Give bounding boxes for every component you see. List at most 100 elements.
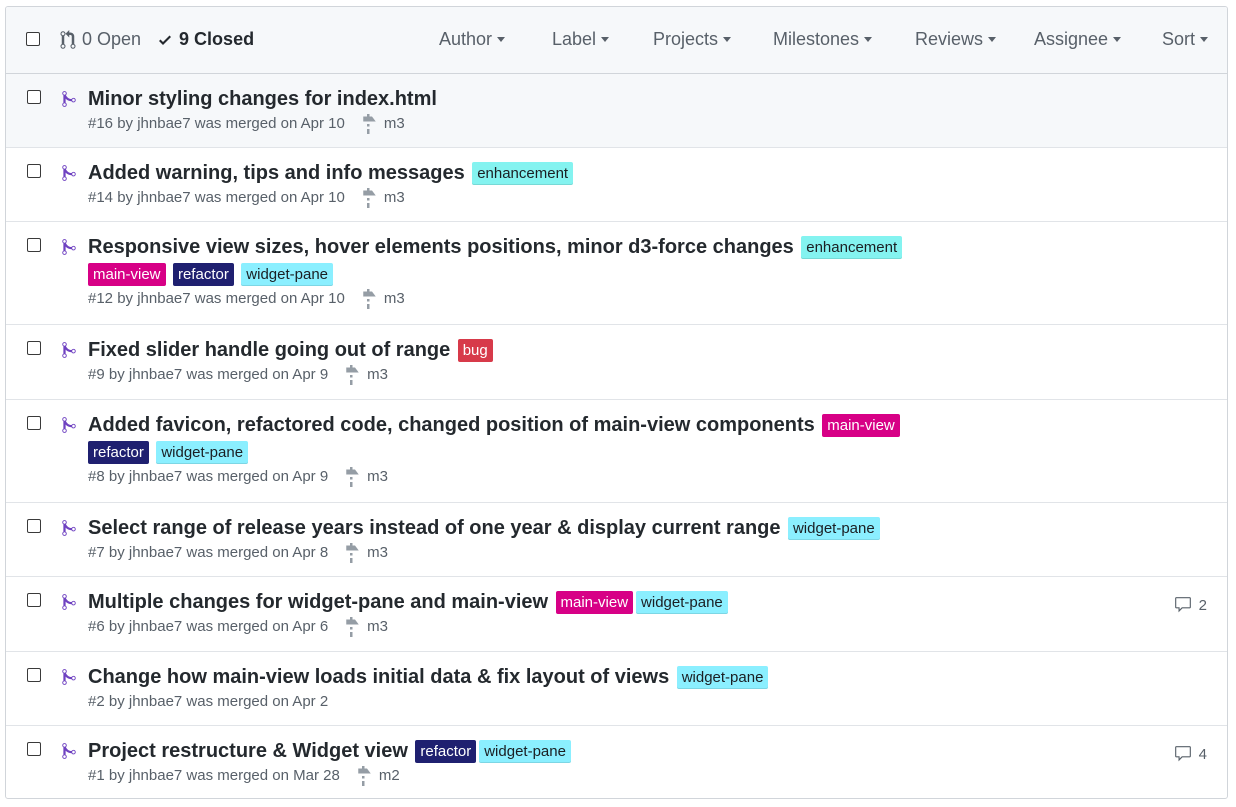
label-main-view[interactable]: main-view xyxy=(822,413,900,437)
pull-request-content: Fixed slider handle going out of range b… xyxy=(88,336,1107,386)
title-line: Project restructure & Widget view refact… xyxy=(88,737,1107,765)
state-toggle: 0 Open 9 Closed xyxy=(60,29,254,50)
label-refactor[interactable]: refactor xyxy=(172,262,234,286)
pull-request-title-link[interactable]: Responsive view sizes, hover elements po… xyxy=(88,236,794,258)
row-checkbox[interactable] xyxy=(27,742,41,756)
label-bug[interactable]: bug xyxy=(457,338,493,362)
row-checkbox[interactable] xyxy=(27,593,41,607)
pull-request-content: Select range of release years instead of… xyxy=(88,514,1107,564)
merge-info: #7 by jhnbae7 was merged on Apr 8 xyxy=(88,544,329,562)
comments-link[interactable]: 2 xyxy=(1173,596,1207,614)
row-checkbox[interactable] xyxy=(27,164,41,178)
sort-label: Sort xyxy=(1162,29,1196,49)
pull-request-title-link[interactable]: Fixed slider handle going out of range xyxy=(88,339,450,361)
merged-pr-icon xyxy=(62,520,76,536)
label-enhancement[interactable]: enhancement xyxy=(472,161,574,185)
pull-request-title-link[interactable]: Change how main-view loads initial data … xyxy=(88,666,669,688)
row-checkbox[interactable] xyxy=(27,668,41,682)
row-checkbox[interactable] xyxy=(27,519,41,533)
label-widget-pane[interactable]: widget-pane xyxy=(636,590,728,614)
caret-down-icon xyxy=(988,36,997,42)
pull-request-row: Responsive view sizes, hover elements po… xyxy=(6,222,1227,325)
pull-request-row: Minor styling changes for index.html #16… xyxy=(6,74,1227,148)
sort-dropdown[interactable]: Sort xyxy=(1162,29,1209,50)
pull-request-list: 0 Open 9 Closed Author Label Projects Mi… xyxy=(5,6,1228,799)
pull-request-title-link[interactable]: Added favicon, refactored code, changed … xyxy=(88,414,815,436)
milestone-link[interactable]: m3 xyxy=(361,188,405,209)
assignee-filter-dropdown[interactable]: Assignee xyxy=(1034,29,1122,50)
author-filter-label: Author xyxy=(439,29,493,49)
pull-request-content: Added warning, tips and info messages en… xyxy=(88,159,1107,209)
check-icon xyxy=(159,35,172,45)
milestone-link[interactable]: m3 xyxy=(344,365,388,386)
label-filter-dropdown[interactable]: Label xyxy=(552,29,610,50)
pull-request-title-link[interactable]: Select range of release years instead of… xyxy=(88,517,781,539)
open-filter-link[interactable]: 0 Open xyxy=(60,29,141,50)
pull-request-rows: Minor styling changes for index.html #16… xyxy=(6,74,1227,798)
pull-request-title-link[interactable]: Multiple changes for widget-pane and mai… xyxy=(88,591,548,613)
pull-request-meta: #16 by jhnbae7 was merged on Apr 10 m3 xyxy=(88,114,1107,135)
merge-info: #16 by jhnbae7 was merged on Apr 10 xyxy=(88,115,345,133)
milestone-name: m2 xyxy=(378,767,400,785)
open-count-label: 0 Open xyxy=(82,29,142,49)
reviews-filter-label: Reviews xyxy=(915,29,984,49)
comment-icon xyxy=(1174,597,1191,613)
merged-pr-icon xyxy=(62,342,76,358)
select-all-checkbox[interactable] xyxy=(26,32,40,46)
pull-request-row: Added favicon, refactored code, changed … xyxy=(6,400,1227,503)
caret-down-icon xyxy=(497,36,506,42)
milestone-icon xyxy=(363,114,376,135)
milestone-link[interactable]: m3 xyxy=(344,617,389,638)
pull-request-content: Minor styling changes for index.html #16… xyxy=(88,85,1107,135)
reviews-filter-dropdown[interactable]: Reviews xyxy=(915,29,997,50)
closed-filter-link[interactable]: 9 Closed xyxy=(157,29,254,50)
milestone-link[interactable]: m2 xyxy=(356,766,400,787)
merged-pr-icon xyxy=(62,594,76,610)
pull-request-meta: #8 by jhnbae7 was merged on Apr 9 m3 xyxy=(88,467,1107,488)
author-filter-dropdown[interactable]: Author xyxy=(439,29,506,50)
label-widget-pane[interactable]: widget-pane xyxy=(241,262,334,286)
label-widget-pane[interactable]: widget-pane xyxy=(479,739,571,763)
milestone-link[interactable]: m3 xyxy=(361,114,405,135)
row-checkbox[interactable] xyxy=(27,90,41,104)
label-main-view[interactable]: main-view xyxy=(555,590,634,614)
title-line: Added favicon, refactored code, changed … xyxy=(88,411,1107,439)
pull-request-row: Select range of release years instead of… xyxy=(6,503,1227,577)
pull-request-icon xyxy=(60,29,76,49)
pull-request-meta: #7 by jhnbae7 was merged on Apr 8 m3 xyxy=(88,543,1107,564)
pull-request-meta: #1 by jhnbae7 was merged on Mar 28 m2 xyxy=(88,766,1107,787)
milestone-name: m3 xyxy=(367,618,389,636)
milestone-link[interactable]: m3 xyxy=(361,289,405,310)
label-main-view[interactable]: main-view xyxy=(88,262,166,286)
milestones-filter-dropdown[interactable]: Milestones xyxy=(773,29,873,50)
caret-down-icon xyxy=(1200,36,1209,42)
label-widget-pane[interactable]: widget-pane xyxy=(676,665,769,689)
pull-request-meta: #12 by jhnbae7 was merged on Apr 10 m3 xyxy=(88,289,1107,310)
comment-count: 4 xyxy=(1198,745,1207,763)
projects-filter-label: Projects xyxy=(653,29,719,49)
pull-request-title-link[interactable]: Project restructure & Widget view xyxy=(88,740,408,762)
label-enhancement[interactable]: enhancement xyxy=(801,235,903,259)
caret-down-icon xyxy=(1113,36,1122,42)
merged-pr-icon xyxy=(62,669,76,685)
row-checkbox[interactable] xyxy=(27,238,41,252)
milestone-name: m3 xyxy=(367,544,389,562)
pull-request-title-link[interactable]: Added warning, tips and info messages xyxy=(88,162,465,184)
title-line: Fixed slider handle going out of range b… xyxy=(88,336,1107,364)
milestone-icon xyxy=(346,617,359,638)
row-checkbox[interactable] xyxy=(27,416,41,430)
row-checkbox[interactable] xyxy=(27,341,41,355)
milestone-link[interactable]: m3 xyxy=(344,467,388,488)
comments-link[interactable]: 4 xyxy=(1173,745,1207,763)
milestone-icon xyxy=(358,766,371,787)
pull-request-title-link[interactable]: Minor styling changes for index.html xyxy=(88,88,437,110)
merge-info: #1 by jhnbae7 was merged on Mar 28 xyxy=(88,767,340,785)
milestone-link[interactable]: m3 xyxy=(344,543,389,564)
label-refactor[interactable]: refactor xyxy=(415,739,477,763)
label-widget-pane[interactable]: widget-pane xyxy=(787,516,880,540)
label-refactor[interactable]: refactor xyxy=(88,440,149,464)
closed-count-label: 9 Closed xyxy=(179,29,255,49)
merge-info: #12 by jhnbae7 was merged on Apr 10 xyxy=(88,290,345,308)
projects-filter-dropdown[interactable]: Projects xyxy=(653,29,732,50)
label-widget-pane[interactable]: widget-pane xyxy=(156,440,249,464)
